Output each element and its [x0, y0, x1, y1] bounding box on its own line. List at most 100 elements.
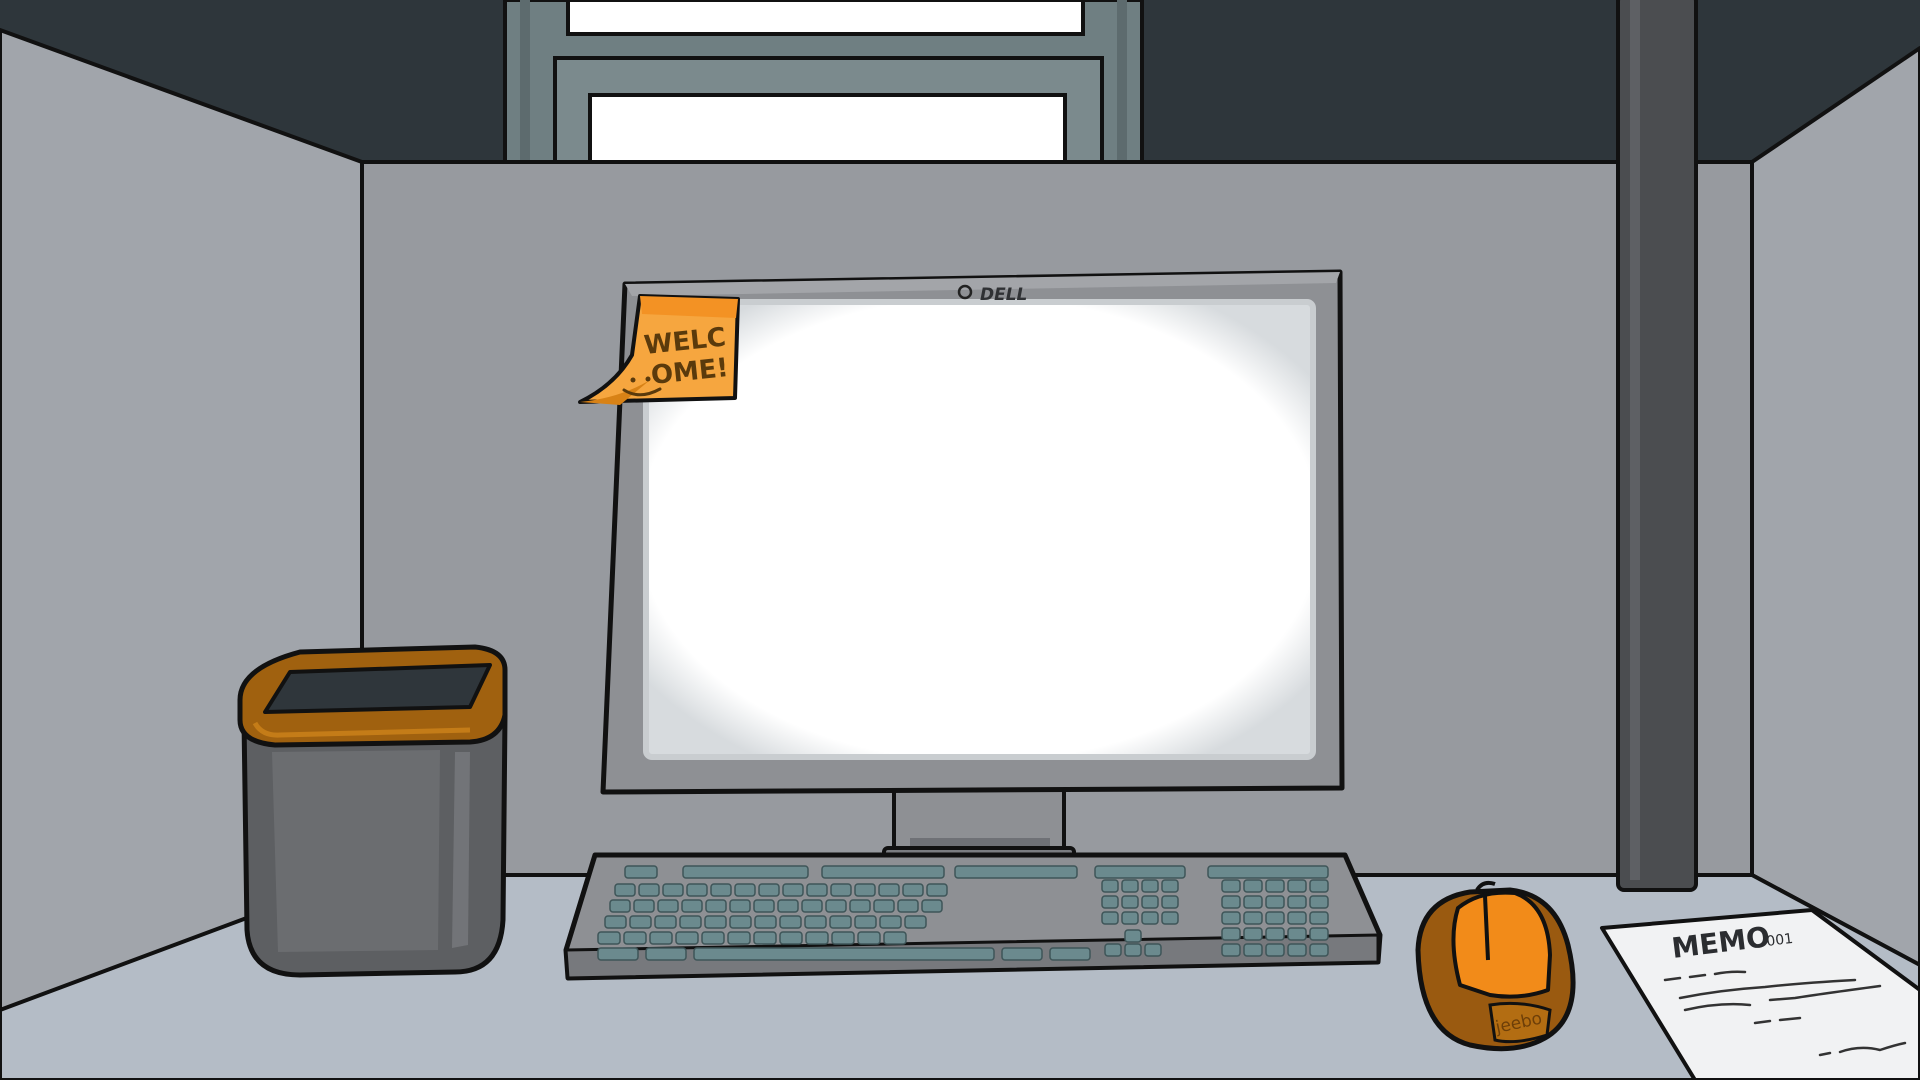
- keycap: [623, 931, 647, 945]
- keycap: [1243, 927, 1263, 941]
- keycap: [782, 883, 804, 897]
- keycap: [1243, 911, 1263, 925]
- keycap: [729, 899, 751, 913]
- scene-canvas: DELL WELC OME! jeebo MEMO 001: [0, 0, 1920, 1080]
- office-cubicle-scene: DELL WELC OME! jeebo MEMO 001: [0, 0, 1920, 1080]
- keycap: [662, 883, 684, 897]
- keycap: [779, 931, 803, 945]
- keycap: [849, 899, 871, 913]
- keycap: [1243, 895, 1263, 909]
- keycap: [1221, 879, 1241, 893]
- keycap: [734, 883, 756, 897]
- monitor-brand-logo: DELL: [980, 285, 1027, 305]
- keycap: [693, 947, 995, 961]
- keycap: [1265, 927, 1285, 941]
- keycap: [1309, 911, 1329, 925]
- keycap: [1124, 929, 1142, 943]
- keycap: [1309, 943, 1329, 957]
- keycap: [878, 883, 900, 897]
- keycap: [1101, 879, 1119, 893]
- trash-bin[interactable]: [237, 644, 508, 978]
- keycap: [1287, 911, 1307, 925]
- keycap: [854, 883, 876, 897]
- keycap: [821, 865, 945, 879]
- keycap: [902, 883, 924, 897]
- keycap: [1265, 911, 1285, 925]
- keycap: [897, 899, 919, 913]
- keycap: [1094, 865, 1186, 879]
- keycap: [1121, 911, 1139, 925]
- keycap: [681, 899, 703, 913]
- window-pane-bottom: [588, 93, 1067, 167]
- ceiling-window: [503, 0, 1144, 167]
- keyboard[interactable]: [563, 852, 1383, 981]
- keycap: [804, 915, 827, 929]
- keycap: [753, 931, 777, 945]
- keycap: [645, 947, 687, 961]
- keycap: [1121, 879, 1139, 893]
- monitor-screen[interactable]: [643, 299, 1316, 760]
- keycap: [1221, 911, 1241, 925]
- keycap: [1287, 943, 1307, 957]
- keycap: [686, 883, 708, 897]
- keycap: [1221, 927, 1241, 941]
- keycap: [1221, 943, 1241, 957]
- keycap: [1265, 879, 1285, 893]
- window-pane-top: [566, 0, 1085, 36]
- keycap: [1141, 879, 1159, 893]
- keycap: [704, 915, 727, 929]
- keycap: [777, 899, 799, 913]
- keycap: [701, 931, 725, 945]
- keycap: [926, 883, 948, 897]
- keycap: [806, 883, 828, 897]
- keycap: [1101, 911, 1119, 925]
- support-pillar: [1616, 0, 1698, 892]
- keycap: [657, 899, 679, 913]
- keycap: [1207, 865, 1329, 879]
- keycap: [954, 865, 1078, 879]
- keycap: [710, 883, 732, 897]
- keycap: [649, 931, 673, 945]
- keycap: [829, 915, 852, 929]
- keycap: [805, 931, 829, 945]
- keycap: [879, 915, 902, 929]
- keycap: [1265, 895, 1285, 909]
- keycap: [883, 931, 907, 945]
- memo-number: 001: [1766, 931, 1794, 950]
- keycap: [904, 915, 927, 929]
- keycap: [857, 931, 881, 945]
- keycap: [633, 899, 655, 913]
- keycap: [1121, 895, 1139, 909]
- keycap: [830, 883, 852, 897]
- keycap: [1144, 943, 1162, 957]
- keycap: [1287, 895, 1307, 909]
- keycap: [1001, 947, 1043, 961]
- keycap: [1221, 895, 1241, 909]
- keycap: [1287, 879, 1307, 893]
- keycap: [1309, 895, 1329, 909]
- keycap: [1265, 943, 1285, 957]
- keycap: [682, 865, 809, 879]
- keycap: [873, 899, 895, 913]
- keycap: [629, 915, 652, 929]
- keycap: [1141, 895, 1159, 909]
- keycap: [854, 915, 877, 929]
- keycap: [729, 915, 752, 929]
- keycap: [921, 899, 943, 913]
- keycap: [675, 931, 699, 945]
- keycap: [597, 947, 639, 961]
- keycap: [1049, 947, 1091, 961]
- keycap: [604, 915, 627, 929]
- keycap: [614, 883, 636, 897]
- keycap: [1309, 927, 1329, 941]
- computer-mouse[interactable]: jeebo: [1415, 880, 1576, 1052]
- keycap: [597, 931, 621, 945]
- keycap: [1161, 895, 1179, 909]
- keycap: [609, 899, 631, 913]
- keycap: [654, 915, 677, 929]
- keycap: [801, 899, 823, 913]
- keycap: [705, 899, 727, 913]
- keycap: [1309, 879, 1329, 893]
- keycap: [825, 899, 847, 913]
- keycap: [831, 931, 855, 945]
